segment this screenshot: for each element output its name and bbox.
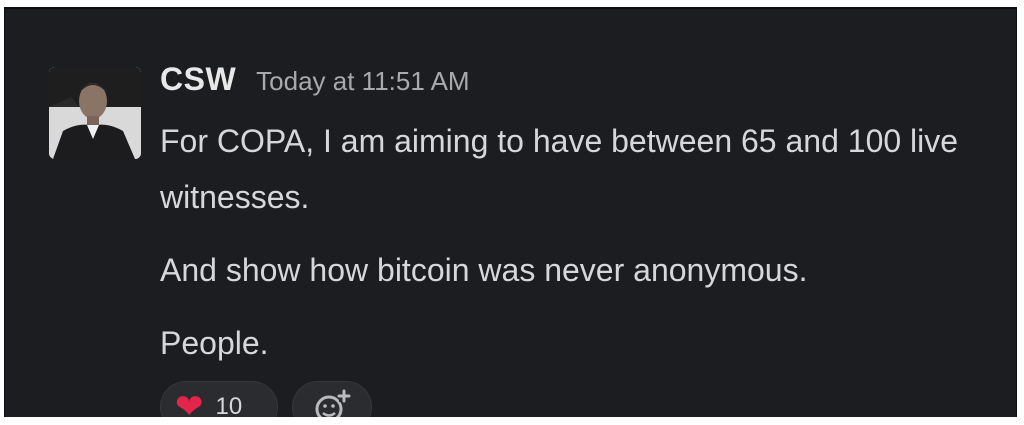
message-paragraph: And show how bitcoin was never anonymous… bbox=[160, 252, 808, 288]
avatar-photo bbox=[49, 67, 141, 159]
heart-reaction-button[interactable]: ❤ 10 bbox=[160, 381, 278, 417]
reaction-count: 10 bbox=[215, 393, 243, 417]
message-body: For COPA, I am aiming to have between 65… bbox=[160, 113, 980, 388]
message-paragraph: People. bbox=[160, 325, 269, 361]
message-timestamp[interactable]: Today at 11:51 AM bbox=[256, 66, 469, 97]
add-reaction-icon bbox=[312, 387, 352, 417]
message-panel: CSW Today at 11:51 AM For COPA, I am aim… bbox=[4, 7, 1017, 417]
message-paragraph: For COPA, I am aiming to have between 65… bbox=[160, 123, 959, 215]
author-name[interactable]: CSW bbox=[160, 61, 236, 98]
reaction-bar: ❤ 10 bbox=[160, 381, 372, 417]
heart-icon: ❤ bbox=[175, 388, 204, 417]
message-header: CSW Today at 11:51 AM bbox=[160, 61, 470, 98]
avatar[interactable] bbox=[49, 67, 141, 159]
add-reaction-button[interactable] bbox=[292, 381, 372, 417]
